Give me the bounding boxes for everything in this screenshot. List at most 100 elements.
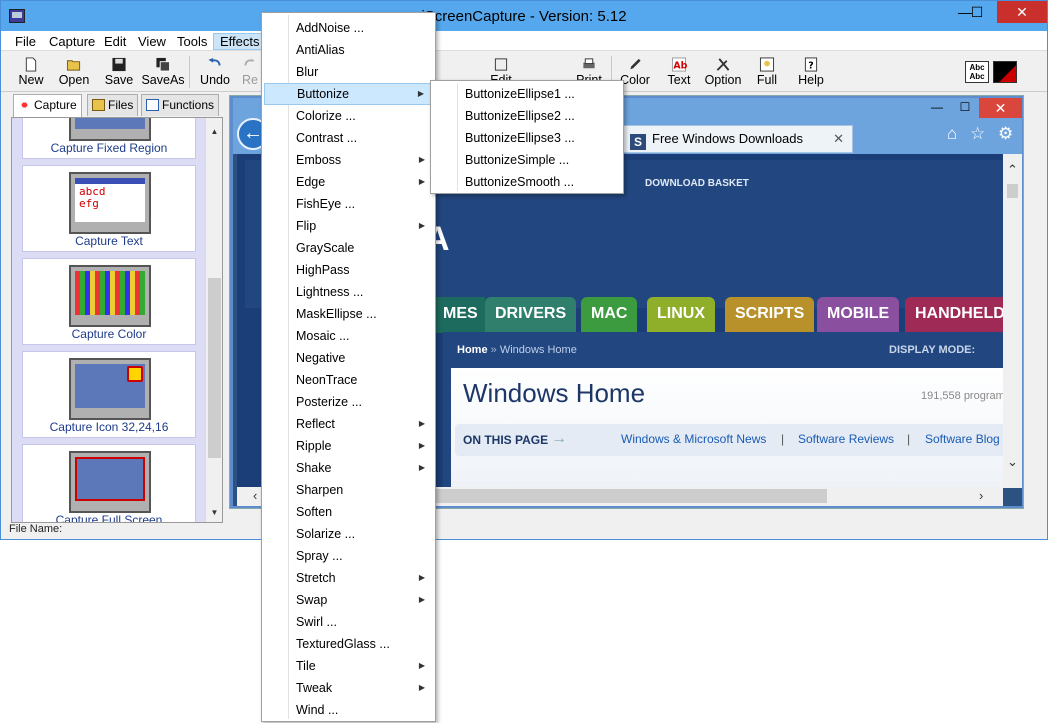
effects-item-soften[interactable]: Soften <box>264 501 433 523</box>
effects-item-fisheye[interactable]: FishEye ... <box>264 193 433 215</box>
effects-item-texturedglass[interactable]: TexturedGlass ... <box>264 633 433 655</box>
effects-item-grayscale[interactable]: GrayScale <box>264 237 433 259</box>
effects-item-flip[interactable]: Flip ▶ <box>264 215 433 237</box>
buttonize-smooth-item[interactable]: ButtonizeSmooth ... <box>433 171 621 193</box>
text-monitor-icon: abcd efg <box>69 172 151 234</box>
submenu-arrow-icon: ▶ <box>418 595 425 604</box>
page-card: Windows Home 191,558 program ON THIS PAG… <box>451 368 1003 487</box>
effects-item-shake[interactable]: Shake ▶ <box>264 457 433 479</box>
effects-item-maskellipse[interactable]: MaskEllipse ... <box>264 303 433 325</box>
open-button[interactable]: Open <box>52 55 96 91</box>
color-swatch-icon[interactable] <box>993 61 1017 83</box>
buttonize-ellipse3-item[interactable]: ButtonizeEllipse3 ... <box>433 127 621 149</box>
new-button[interactable]: New <box>9 55 53 91</box>
effects-item-label: Shake <box>296 461 332 475</box>
menu-effects[interactable]: Effects <box>213 33 267 50</box>
effects-item-label: Colorize ... <box>296 109 356 123</box>
capture-list-scrollbar[interactable]: ▲ ▼ <box>205 118 222 522</box>
submenu-arrow-icon: ▶ <box>418 683 425 692</box>
browser-scroll-thumb <box>1007 184 1018 198</box>
effects-item-ripple[interactable]: Ripple ▶ <box>264 435 433 457</box>
effects-item-addnoise[interactable]: AddNoise ... <box>264 17 433 39</box>
full-button[interactable]: Full <box>745 55 789 91</box>
scroll-thumb[interactable] <box>208 278 221 458</box>
effects-item-swirl[interactable]: Swirl ... <box>264 611 433 633</box>
effects-item-emboss[interactable]: Emboss ▶ <box>264 149 433 171</box>
submenu-arrow-icon: ▶ <box>418 573 425 582</box>
undo-button[interactable]: Undo <box>193 55 237 91</box>
effects-item-buttonize[interactable]: Buttonize ▶ <box>264 83 433 105</box>
effects-item-wind[interactable]: Wind ... <box>264 699 433 721</box>
breadcrumb: Home » Windows Home <box>457 344 577 356</box>
effects-item-neontrace[interactable]: NeonTrace <box>264 369 433 391</box>
download-basket-link: DOWNLOAD BASKET <box>645 178 749 189</box>
effects-item-label: Edge <box>296 175 326 189</box>
title-bar: iScreenCapture - Version: 5.12 — ☐ ✕ <box>1 1 1047 31</box>
effects-item-blur[interactable]: Blur <box>264 61 433 83</box>
menu-file[interactable]: File <box>9 33 42 50</box>
text-button[interactable]: Ab Text <box>657 55 701 91</box>
nav-tab-mac: MAC <box>581 297 638 333</box>
effects-item-reflect[interactable]: Reflect ▶ <box>264 413 433 435</box>
menu-tools[interactable]: Tools <box>171 33 213 50</box>
saveas-button[interactable]: SaveAs <box>140 55 186 91</box>
menu-view[interactable]: View <box>132 33 172 50</box>
font-abc-icon[interactable]: Abc Abc <box>965 61 989 83</box>
close-button[interactable]: ✕ <box>997 1 1047 23</box>
capture-color-item[interactable]: Capture Color <box>22 258 196 345</box>
menu-edit[interactable]: Edit <box>98 33 132 50</box>
effects-item-spray[interactable]: Spray ... <box>264 545 433 567</box>
help-button[interactable]: ? Help <box>789 55 833 91</box>
buttonize-ellipse1-item[interactable]: ButtonizeEllipse1 ... <box>433 83 621 105</box>
capture-full-screen-item[interactable]: Capture Full Screen <box>22 444 196 522</box>
tab-functions[interactable]: Functions <box>141 94 220 116</box>
browser-tab: S Free Windows Downloads ✕ <box>623 125 853 153</box>
menu-capture[interactable]: Capture <box>43 33 101 50</box>
effects-item-antialias[interactable]: AntiAlias <box>264 39 433 61</box>
effects-item-posterize[interactable]: Posterize ... <box>264 391 433 413</box>
menu-bar: File Capture Edit View Tools Effects <box>1 31 1047 51</box>
submenu-arrow-icon: ▶ <box>418 221 425 230</box>
effects-item-contrast[interactable]: Contrast ... <box>264 127 433 149</box>
effects-item-tweak[interactable]: Tweak ▶ <box>264 677 433 699</box>
capture-icon-item[interactable]: Capture Icon 32,24,16 <box>22 351 196 438</box>
effects-item-tile[interactable]: Tile ▶ <box>264 655 433 677</box>
browser-tab-title: Free Windows Downloads <box>652 131 804 146</box>
effects-item-highpass[interactable]: HighPass <box>264 259 433 281</box>
effects-item-edge[interactable]: Edge ▶ <box>264 171 433 193</box>
effects-item-solarize[interactable]: Solarize ... <box>264 523 433 545</box>
browser-close-icon: ✕ <box>979 98 1022 118</box>
open-folder-icon <box>66 60 81 71</box>
capture-text-item[interactable]: abcd efg Capture Text <box>22 165 196 252</box>
effects-item-colorize[interactable]: Colorize ... <box>264 105 433 127</box>
crumb-separator: » <box>490 344 497 356</box>
save-as-icon <box>156 57 171 72</box>
effects-item-negative[interactable]: Negative <box>264 347 433 369</box>
effects-item-swap[interactable]: Swap ▶ <box>264 589 433 611</box>
submenu-arrow-icon: ▶ <box>418 463 425 472</box>
buttonize-ellipse2-item[interactable]: ButtonizeEllipse2 ... <box>433 105 621 127</box>
tab-capture[interactable]: Capture <box>13 94 82 117</box>
effects-item-sharpen[interactable]: Sharpen <box>264 479 433 501</box>
eyedropper-icon <box>630 58 641 70</box>
effects-item-label: Soften <box>296 505 333 519</box>
submenu-arrow-icon: ▶ <box>418 661 425 670</box>
save-button[interactable]: Save <box>97 55 141 91</box>
capture-fixed-region-item[interactable]: Capture Fixed Region <box>22 118 196 159</box>
option-button[interactable]: Option <box>701 55 745 91</box>
maximize-button[interactable]: ☐ <box>963 1 991 23</box>
submenu-arrow-icon: ▶ <box>418 441 425 450</box>
buttonize-simple-item[interactable]: ButtonizeSimple ... <box>433 149 621 171</box>
saveas-label: SaveAs <box>141 73 185 87</box>
effects-item-label: AntiAlias <box>296 43 345 57</box>
effects-item-stretch[interactable]: Stretch ▶ <box>264 567 433 589</box>
scroll-down-icon[interactable]: ▼ <box>207 505 222 520</box>
status-bar: File Name: <box>9 523 264 539</box>
fullscreen-monitor-icon <box>69 451 151 513</box>
tab-files[interactable]: Files <box>87 94 139 116</box>
scroll-up-icon[interactable]: ▲ <box>207 124 222 139</box>
effects-item-mosaic[interactable]: Mosaic ... <box>264 325 433 347</box>
effects-item-lightness[interactable]: Lightness ... <box>264 281 433 303</box>
new-file-icon <box>25 57 37 72</box>
effects-item-label: Negative <box>296 351 346 365</box>
